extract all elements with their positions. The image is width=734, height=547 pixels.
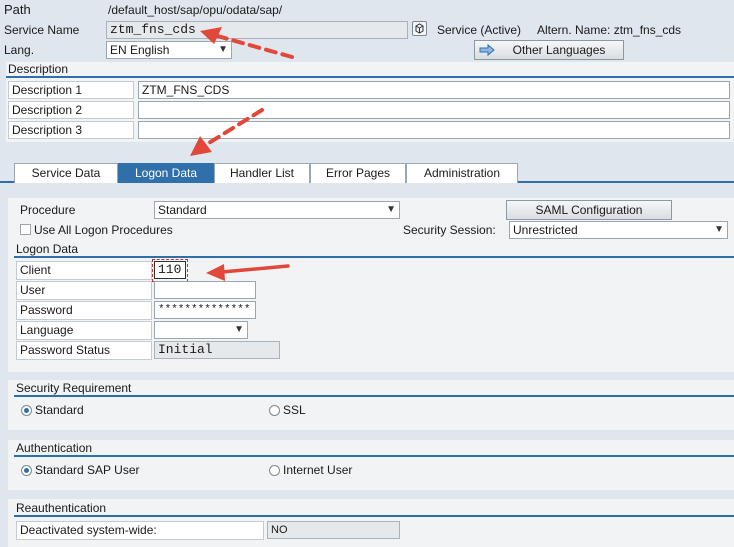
annotation-arrows: [190, 27, 294, 281]
arrow-to-logon-tab: [190, 108, 264, 156]
arrow-to-client: [206, 264, 290, 281]
arrow-to-service-name: [200, 27, 294, 59]
